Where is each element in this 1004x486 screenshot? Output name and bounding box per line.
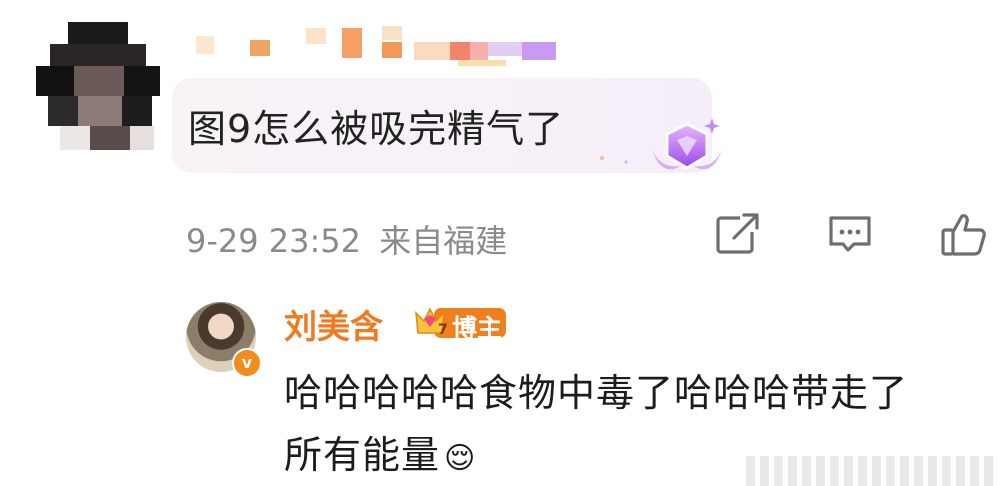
comment-text: 图9怎么被吸完精气了 xyxy=(188,107,565,151)
comment-location: 来自福建 xyxy=(379,222,508,260)
commenter-avatar[interactable] xyxy=(32,22,162,152)
diamond-badge-icon xyxy=(600,118,722,170)
reply-text-line-1: 哈哈哈哈哈食物中毒了哈哈哈带走了 xyxy=(284,371,909,415)
verified-badge: v xyxy=(232,348,262,378)
blogger-badge-level: 7 xyxy=(438,322,448,338)
comment-icon[interactable] xyxy=(826,210,874,258)
comment-timestamp: 9-29 23:52 xyxy=(186,222,362,260)
share-icon[interactable] xyxy=(714,210,762,258)
commenter-name-pixelated[interactable] xyxy=(196,26,556,66)
like-icon[interactable] xyxy=(940,210,988,258)
more-replies-placeholder xyxy=(746,456,996,486)
comment-meta: 9-29 23:52 来自福建 xyxy=(186,216,507,262)
reply-text-line-2: 所有能量 😌 xyxy=(284,433,477,477)
reply-author-name[interactable]: 刘美含 xyxy=(284,300,383,348)
blogger-badge-label: 博主 xyxy=(452,314,503,343)
relieved-emoji: 😌 xyxy=(444,441,477,476)
